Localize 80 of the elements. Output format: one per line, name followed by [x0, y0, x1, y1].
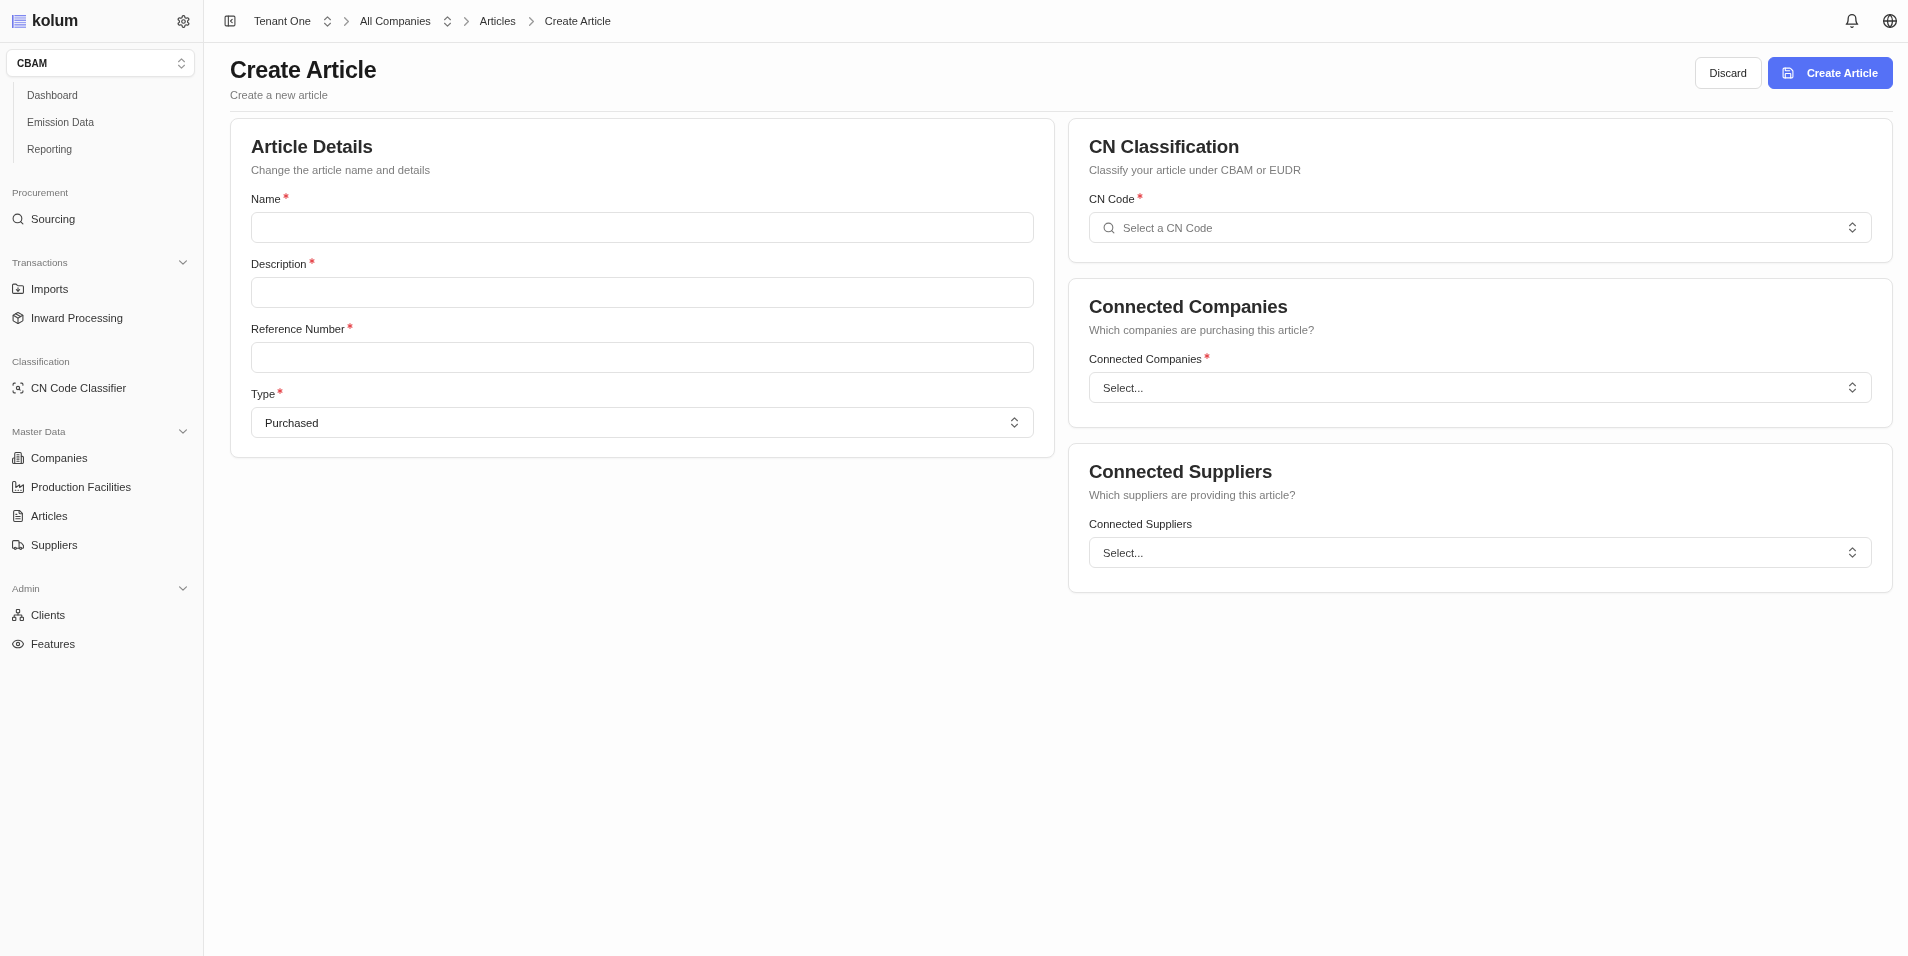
field-label: Name — [251, 192, 281, 207]
sidebar-subitem[interactable]: Emission Data — [27, 109, 94, 136]
folder-download-icon — [12, 282, 24, 295]
module-selector[interactable]: CBAM — [6, 49, 195, 77]
chevron-right-icon — [463, 16, 469, 26]
brand-name: kolum — [32, 12, 79, 30]
document-icon — [12, 509, 24, 522]
text-input[interactable] — [251, 212, 1034, 243]
chevrons-up-down-icon — [1849, 382, 1856, 393]
building-icon — [12, 451, 24, 464]
chevrons-up-down-icon — [443, 15, 451, 27]
chevron-down-icon[interactable] — [179, 585, 187, 591]
chevrons-up-down-icon — [1849, 222, 1856, 233]
breadcrumb-current: Create Article — [544, 15, 611, 27]
breadcrumb-switcher[interactable]: All Companies — [359, 15, 451, 27]
card-subtitle: Change the article name and details — [251, 163, 432, 178]
select-field[interactable]: Select... — [1089, 372, 1872, 403]
card-title: Connected Suppliers — [1089, 460, 1274, 484]
field-label: CN Code — [1089, 192, 1135, 207]
sidebar-subitem[interactable]: Reporting — [27, 136, 73, 163]
sidebar-item[interactable]: Imports — [6, 274, 73, 303]
chevron-down-icon[interactable] — [179, 428, 187, 434]
page-subtitle: Create a new article — [230, 88, 329, 103]
select-field[interactable]: Purchased — [251, 407, 1034, 438]
card-title: Connected Companies — [1089, 295, 1289, 319]
create-article-button[interactable]: Create Article — [1767, 57, 1893, 89]
search-select-field[interactable]: Select a CN Code — [1089, 212, 1872, 243]
card-subtitle: Classify your article under CBAM or EUDR — [1089, 163, 1302, 178]
sidebar-item[interactable]: Clients — [6, 600, 70, 629]
sidebar-section-label: Classification — [12, 355, 70, 367]
field-label: Connected Suppliers — [1089, 517, 1192, 532]
text-input[interactable] — [251, 277, 1034, 308]
sidebar-item[interactable]: Features — [6, 629, 80, 658]
page-title: Create Article — [230, 56, 377, 85]
box-icon — [12, 311, 24, 324]
field-label: Connected Companies — [1089, 352, 1202, 367]
sidebar-item[interactable]: Companies — [6, 443, 92, 472]
chevrons-up-down-icon — [178, 57, 185, 69]
search-icon — [12, 212, 24, 225]
select-field[interactable]: Select... — [1089, 537, 1872, 568]
truck-icon — [12, 538, 24, 551]
sidebar-toggle-icon[interactable] — [224, 15, 236, 27]
breadcrumb-switcher[interactable]: Tenant One — [254, 15, 331, 27]
search-icon — [1103, 221, 1115, 234]
sidebar-item[interactable]: Production Facilities — [6, 472, 136, 501]
eye-icon — [12, 637, 24, 650]
sidebar-item[interactable]: CN Code Classifier — [6, 373, 131, 402]
scan-icon — [12, 381, 24, 394]
network-icon — [12, 608, 24, 621]
sidebar-item[interactable]: Sourcing — [6, 204, 80, 233]
save-icon — [1781, 67, 1794, 79]
text-input[interactable] — [251, 342, 1034, 373]
field-label: Type — [251, 387, 276, 402]
card-subtitle: Which suppliers are providing this article? — [1089, 488, 1297, 503]
settings-icon[interactable] — [177, 14, 190, 28]
field-label: Description — [251, 257, 307, 272]
breadcrumb-link[interactable]: Articles — [479, 15, 516, 27]
sidebar-item[interactable]: Inward Processing — [6, 303, 128, 332]
sidebar-section-label: Master Data — [12, 425, 66, 437]
sidebar-section-label: Admin — [12, 582, 40, 594]
card-title: CN Classification — [1089, 135, 1241, 159]
card-title: Article Details — [251, 135, 374, 159]
sidebar-item[interactable]: Suppliers — [6, 530, 82, 559]
discard-button[interactable]: Discard — [1694, 57, 1762, 89]
sidebar-subitem[interactable]: Dashboard — [27, 82, 78, 109]
card-subtitle: Which companies are purchasing this article? — [1089, 323, 1316, 338]
notifications-bell-icon[interactable] — [1845, 14, 1859, 28]
chevrons-up-down-icon — [1011, 417, 1018, 428]
logo-icon — [12, 14, 26, 28]
field-label: Reference Number — [251, 322, 345, 337]
chevron-right-icon — [343, 16, 349, 26]
chevron-down-icon[interactable] — [179, 259, 187, 265]
sidebar-item[interactable]: Articles — [6, 501, 72, 530]
chevrons-up-down-icon — [1849, 547, 1856, 558]
sidebar-section-label: Procurement — [12, 186, 69, 198]
factory-icon — [12, 480, 24, 493]
globe-icon[interactable] — [1883, 14, 1897, 28]
sidebar-section-label: Transactions — [12, 256, 68, 268]
chevrons-up-down-icon — [323, 15, 331, 27]
chevron-right-icon — [528, 16, 534, 26]
